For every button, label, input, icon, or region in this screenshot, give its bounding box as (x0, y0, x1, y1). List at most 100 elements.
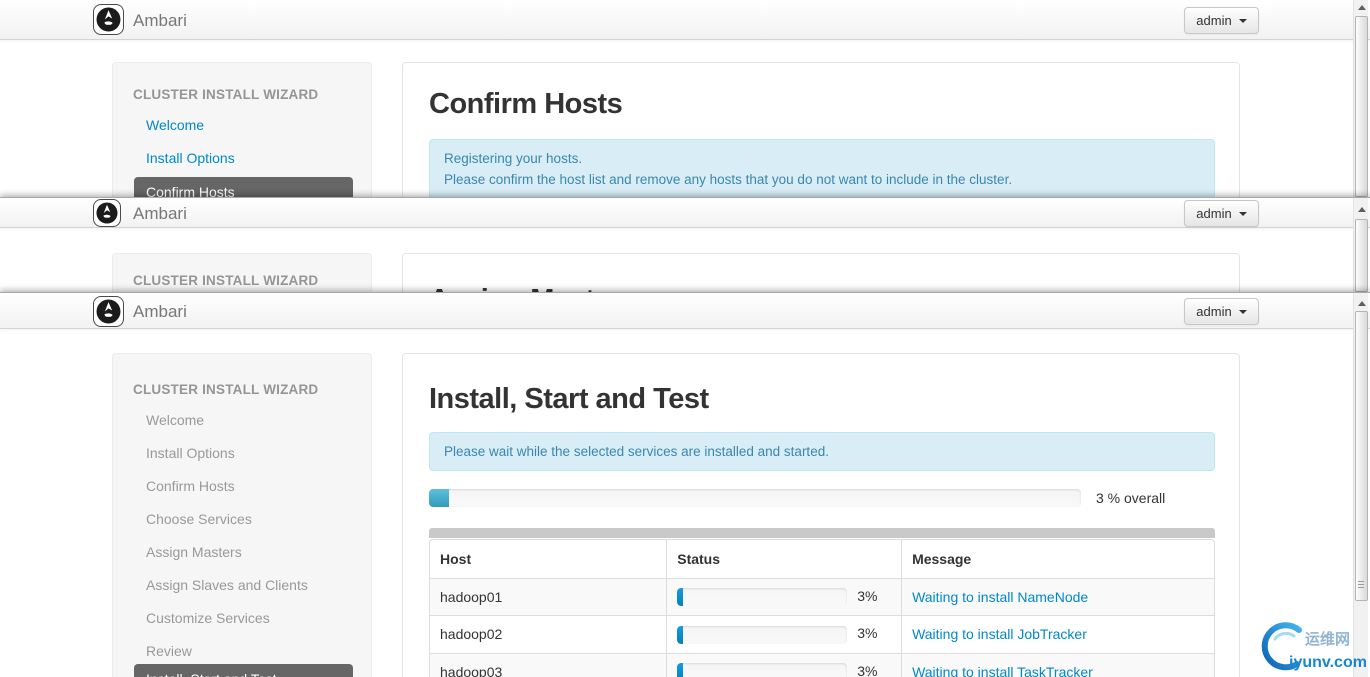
scrollbar-thumb[interactable] (1355, 311, 1368, 601)
host-progress-table: Host Status Message hadoop01 3% Waiting … (429, 539, 1215, 677)
stacked-screenshots: Ambari admin CLUSTER INSTALL WIZARD Welc… (0, 0, 1370, 677)
column-header-status: Status (666, 540, 901, 578)
user-menu-button[interactable]: admin (1184, 200, 1259, 227)
wizard-title: CLUSTER INSTALL WIZARD (133, 273, 318, 288)
table-row: hadoop03 3% Waiting to install TaskTrack… (430, 653, 1214, 677)
scrollbar-grip-icon (1358, 581, 1364, 582)
scrollbar[interactable] (1353, 198, 1368, 292)
ambari-logo-icon (93, 296, 124, 327)
host-message-link[interactable]: Waiting to install TaskTracker (912, 664, 1093, 677)
user-menu-label: admin (1196, 206, 1231, 221)
host-progress-bar (677, 626, 847, 644)
scrollbar-thumb[interactable] (1355, 16, 1368, 197)
host-progress-bar (677, 588, 847, 606)
user-menu-label: admin (1196, 304, 1231, 319)
caret-down-icon (1239, 310, 1247, 314)
wizard-title: CLUSTER INSTALL WIZARD (133, 382, 318, 397)
scroll-up-button[interactable] (1355, 203, 1368, 216)
scrollbar[interactable] (1353, 0, 1368, 197)
watermark-swirl-inner-icon (1275, 633, 1294, 639)
scroll-up-icon (1358, 5, 1366, 10)
content-panel: Confirm Hosts Registering your hosts. Pl… (402, 62, 1240, 197)
column-header-message: Message (901, 540, 1214, 578)
alert-line: Please confirm the host list and remove … (444, 169, 1200, 190)
top-navbar: Ambari admin (0, 0, 1370, 40)
info-alert: Please wait while the selected services … (429, 432, 1215, 471)
table-row: hadoop02 3% Waiting to install JobTracke… (430, 615, 1214, 652)
sidebar-item-assign-slaves: Assign Slaves and Clients (146, 577, 308, 593)
host-cell: hadoop01 (430, 578, 666, 615)
host-message-link[interactable]: Waiting to install JobTracker (912, 626, 1087, 642)
top-navbar: Ambari admin (0, 198, 1370, 228)
page-title-clipped: Assign Masters (429, 283, 636, 292)
host-progress-fill (677, 663, 683, 677)
content-panel: Assign Masters (402, 253, 1240, 292)
watermark-domain: iyunv.com (1289, 654, 1366, 671)
host-progress-fill (677, 626, 683, 644)
table-row: hadoop01 3% Waiting to install NameNode (430, 578, 1214, 615)
scroll-up-icon (1358, 301, 1366, 306)
user-menu-button[interactable]: admin (1184, 7, 1259, 34)
info-alert: Registering your hosts. Please confirm t… (429, 139, 1215, 197)
sidebar-item-install-options: Install Options (146, 445, 235, 461)
message-cell: Waiting to install TaskTracker (901, 653, 1214, 677)
page-title: Install, Start and Test (429, 382, 709, 416)
host-progress-percent: 3% (857, 663, 877, 677)
sidebar-item-confirm-hosts-active: Confirm Hosts (134, 177, 353, 197)
sidebar-item-install-start-test-active: Install, Start and Test (134, 664, 353, 677)
sidebar-item-choose-services: Choose Services (146, 511, 252, 527)
top-navbar: Ambari admin (0, 293, 1370, 329)
host-progress-percent: 3% (857, 588, 877, 604)
status-cell: 3% (666, 578, 901, 615)
wizard-sidebar: CLUSTER INSTALL WIZARD Welcome Install O… (112, 62, 372, 197)
status-cell: 3% (666, 615, 901, 652)
host-message-link[interactable]: Waiting to install NameNode (912, 589, 1088, 605)
brand-link[interactable]: Ambari (133, 302, 187, 322)
sidebar-item-review: Review (146, 643, 192, 659)
host-progress-fill (677, 588, 683, 606)
sidebar-item-confirm-hosts: Confirm Hosts (146, 478, 235, 494)
user-menu-label: admin (1196, 13, 1231, 28)
sidebar-item-assign-masters: Assign Masters (146, 544, 242, 560)
ambari-logo-icon (93, 4, 124, 35)
host-progress-percent: 3% (857, 625, 877, 641)
message-cell: Waiting to install JobTracker (901, 615, 1214, 652)
scroll-up-button[interactable] (1355, 297, 1368, 310)
screenshot-assign-masters: Ambari admin CLUSTER INSTALL WIZARD Assi… (0, 197, 1370, 292)
overall-progress-bar (429, 489, 1081, 507)
host-progress-bar (677, 663, 847, 677)
brand-link[interactable]: Ambari (133, 11, 187, 31)
sidebar-item-install-options[interactable]: Install Options (146, 150, 235, 166)
wizard-title: CLUSTER INSTALL WIZARD (133, 87, 318, 102)
content-panel: Install, Start and Test Please wait whil… (402, 353, 1240, 677)
column-header-host: Host (430, 540, 666, 578)
status-cell: 3% (666, 653, 901, 677)
wizard-sidebar: CLUSTER INSTALL WIZARD Welcome Install O… (112, 353, 372, 677)
overall-progress-fill (429, 489, 449, 507)
user-menu-button[interactable]: admin (1184, 298, 1259, 325)
page-title: Confirm Hosts (429, 87, 622, 121)
scroll-up-icon (1358, 207, 1366, 212)
wizard-sidebar: CLUSTER INSTALL WIZARD (112, 253, 372, 292)
host-cell: hadoop03 (430, 653, 666, 677)
iyunv-watermark: 运维网 iyunv.com (1252, 617, 1366, 675)
sidebar-item-welcome[interactable]: Welcome (146, 117, 204, 133)
ambari-logo-icon (93, 199, 121, 227)
scrollbar-thumb[interactable] (1355, 219, 1368, 292)
overall-progress-label: 3 % overall (1096, 490, 1165, 506)
sidebar-item-welcome: Welcome (146, 412, 204, 428)
host-cell: hadoop02 (430, 615, 666, 652)
scroll-up-button[interactable] (1355, 1, 1368, 14)
table-header-row: Host Status Message (430, 540, 1214, 578)
screenshot-confirm-hosts: Ambari admin CLUSTER INSTALL WIZARD Welc… (0, 0, 1370, 197)
sidebar-item-customize-services: Customize Services (146, 610, 270, 626)
alert-line: Registering your hosts. (444, 148, 1200, 169)
table-top-strip (429, 528, 1215, 538)
message-cell: Waiting to install NameNode (901, 578, 1214, 615)
screenshot-install-start-test: Ambari admin CLUSTER INSTALL WIZARD Welc… (0, 292, 1370, 677)
alert-line: Please wait while the selected services … (444, 441, 1200, 462)
caret-down-icon (1239, 212, 1247, 216)
brand-link[interactable]: Ambari (133, 204, 187, 224)
caret-down-icon (1239, 19, 1247, 23)
watermark-site-name: 运维网 (1305, 630, 1350, 648)
